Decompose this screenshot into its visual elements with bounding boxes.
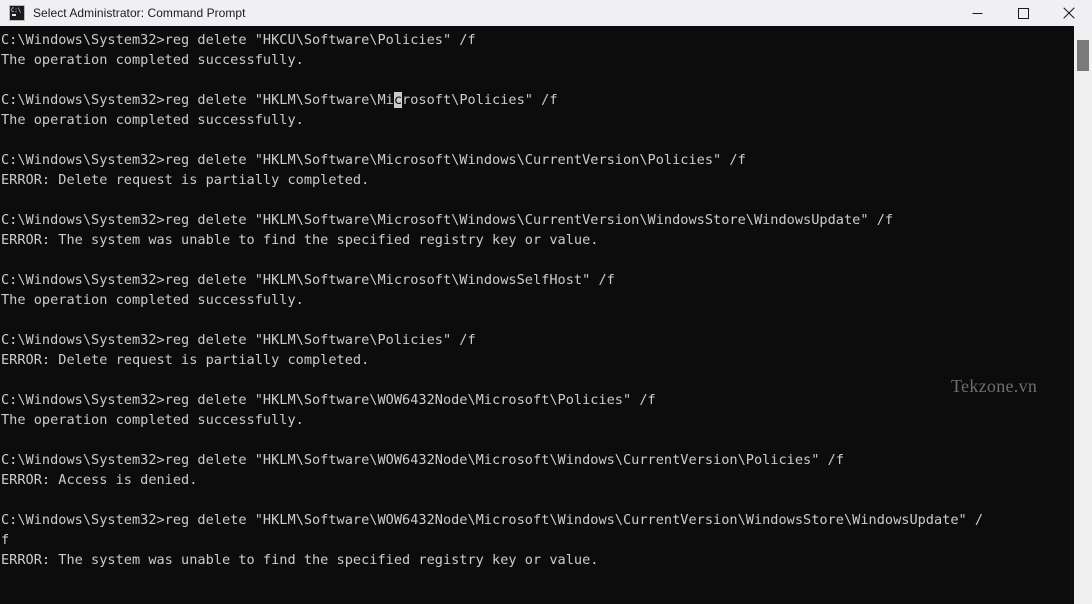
command-prompt-icon: C:\ bbox=[9, 5, 25, 21]
console-line-command: C:\Windows\System32>reg delete "HKLM\Sof… bbox=[1, 512, 984, 528]
console-window: C:\Windows\System32>reg delete "HKCU\Sof… bbox=[0, 26, 1092, 604]
console-line-command: C:\Windows\System32>reg delete "HKLM\Sof… bbox=[1, 92, 558, 108]
console-line-command-wrap: f bbox=[1, 532, 10, 548]
console-line-error: ERROR: Delete request is partially compl… bbox=[1, 172, 370, 188]
console-line-error: ERROR: The system was unable to find the… bbox=[1, 552, 599, 568]
console-scrollbar[interactable] bbox=[1074, 26, 1092, 604]
window-titlebar[interactable]: C:\ Select Administrator: Command Prompt bbox=[0, 0, 1092, 26]
console-line-command: C:\Windows\System32>reg delete "HKLM\Sof… bbox=[1, 212, 894, 228]
close-button[interactable] bbox=[1046, 0, 1092, 26]
console-line-error: ERROR: The system was unable to find the… bbox=[1, 232, 599, 248]
text-cursor: c bbox=[393, 92, 403, 108]
console-line-command: C:\Windows\System32>reg delete "HKLM\Sof… bbox=[1, 152, 746, 168]
minimize-icon bbox=[972, 12, 982, 14]
maximize-button[interactable] bbox=[1000, 0, 1046, 26]
console-line-command: C:\Windows\System32>reg delete "HKCU\Sof… bbox=[1, 32, 476, 48]
close-icon bbox=[1063, 7, 1075, 19]
window-controls bbox=[954, 0, 1092, 26]
console-line-success: The operation completed successfully. bbox=[1, 292, 304, 308]
scrollbar-thumb[interactable] bbox=[1077, 40, 1089, 71]
console-line-error: ERROR: Delete request is partially compl… bbox=[1, 352, 370, 368]
command-prompt-icon-caret bbox=[12, 14, 16, 16]
command-prompt-icon-glyph: C:\ bbox=[11, 7, 21, 14]
console-line-command: C:\Windows\System32>reg delete "HKLM\Sof… bbox=[1, 272, 615, 288]
console-line-success: The operation completed successfully. bbox=[1, 52, 304, 68]
maximize-icon bbox=[1017, 7, 1029, 19]
console-line-success: The operation completed successfully. bbox=[1, 412, 304, 428]
console-output[interactable]: C:\Windows\System32>reg delete "HKCU\Sof… bbox=[0, 26, 1074, 604]
console-line-command: C:\Windows\System32>reg delete "HKLM\Sof… bbox=[1, 332, 476, 348]
console-line-command: C:\Windows\System32>reg delete "HKLM\Sof… bbox=[1, 452, 844, 468]
minimize-button[interactable] bbox=[954, 0, 1000, 26]
window-title: Select Administrator: Command Prompt bbox=[33, 6, 246, 20]
console-line-error: ERROR: Access is denied. bbox=[1, 472, 198, 488]
console-line-success: The operation completed successfully. bbox=[1, 112, 304, 128]
console-line-command: C:\Windows\System32>reg delete "HKLM\Sof… bbox=[1, 392, 656, 408]
